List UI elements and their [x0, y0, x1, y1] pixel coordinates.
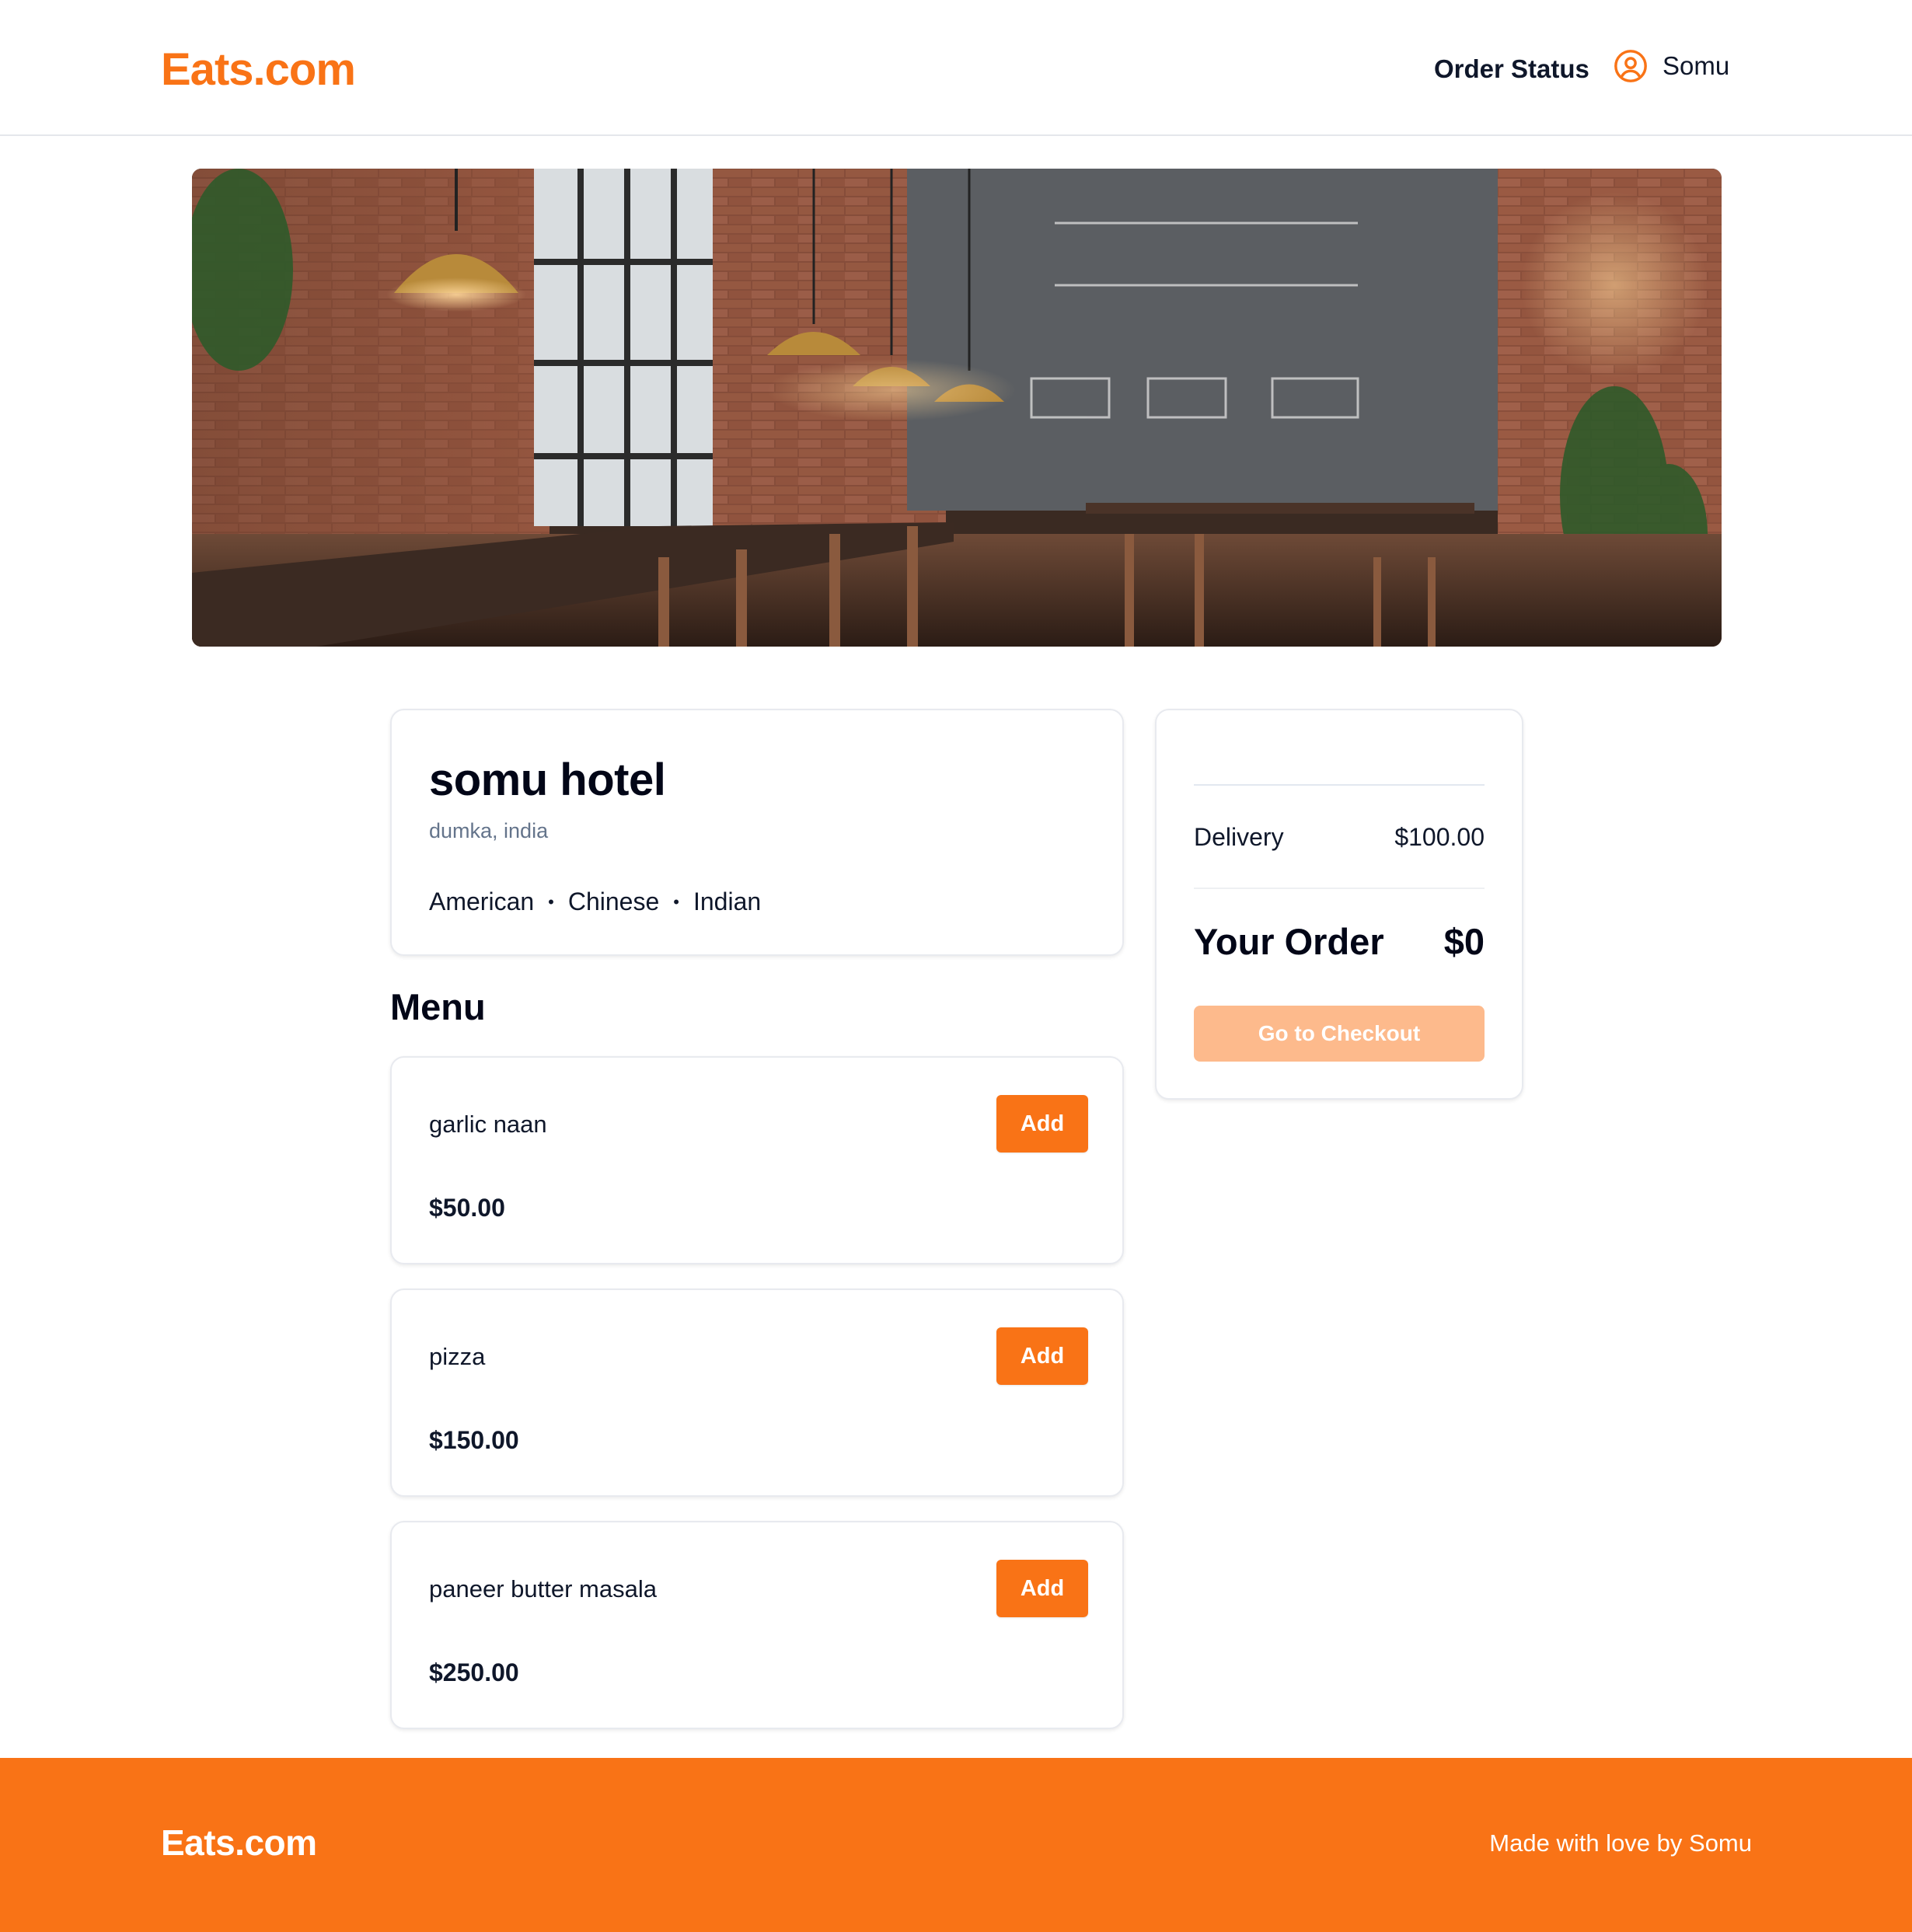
cuisine-item: Chinese — [567, 888, 660, 915]
separator-dot: • — [673, 891, 679, 912]
footer-credit: Made with love by Somu — [1489, 1829, 1752, 1857]
menu-heading: Menu — [390, 986, 486, 1027]
order-summary-card: Delivery $100.00 Your Order $0 Go to Che… — [1155, 709, 1523, 1100]
site-footer: Eats.com Made with love by Somu — [0, 1758, 1912, 1932]
your-order-label: Your Order — [1194, 921, 1384, 962]
menu-item-name: pizza — [429, 1343, 486, 1370]
menu-item-price: $150.00 — [429, 1426, 519, 1454]
site-header: Eats.com Order Status Somu — [0, 0, 1912, 136]
menu-item-card: pizza Add $150.00 — [390, 1289, 1124, 1497]
add-to-cart-button[interactable]: Add — [996, 1560, 1088, 1617]
menu-item-name: paneer butter masala — [429, 1575, 657, 1602]
cuisine-list: American • Chinese • Indian — [429, 888, 761, 916]
cuisine-item: American — [429, 888, 535, 915]
menu-item-name: garlic naan — [429, 1111, 547, 1138]
divider — [1194, 888, 1485, 889]
user-menu[interactable]: Somu — [1613, 48, 1729, 84]
checkout-button[interactable]: Go to Checkout — [1194, 1006, 1485, 1062]
menu-item-card: paneer butter masala Add $250.00 — [390, 1521, 1124, 1729]
site-logo[interactable]: Eats.com — [161, 44, 356, 96]
menu-item-price: $250.00 — [429, 1658, 519, 1686]
delivery-label: Delivery — [1194, 823, 1284, 851]
add-to-cart-button[interactable]: Add — [996, 1327, 1088, 1385]
user-name: Somu — [1663, 51, 1730, 80]
cuisine-item: Indian — [693, 888, 762, 915]
user-circle-icon — [1614, 50, 1647, 82]
restaurant-info-card: somu hotel dumka, india American • Chine… — [390, 709, 1124, 956]
menu-item-price: $50.00 — [429, 1194, 505, 1222]
order-status-link[interactable]: Order Status — [1434, 54, 1589, 84]
delivery-price: $100.00 — [1394, 823, 1485, 851]
footer-logo: Eats.com — [161, 1822, 317, 1863]
divider — [1194, 784, 1485, 786]
restaurant-location: dumka, india — [429, 819, 549, 842]
restaurant-hero-image — [192, 169, 1722, 647]
separator-dot: • — [548, 891, 554, 912]
restaurant-name: somu hotel — [429, 755, 666, 805]
order-total: $0 — [1443, 921, 1485, 962]
add-to-cart-button[interactable]: Add — [996, 1095, 1088, 1153]
menu-item-card: garlic naan Add $50.00 — [390, 1056, 1124, 1264]
